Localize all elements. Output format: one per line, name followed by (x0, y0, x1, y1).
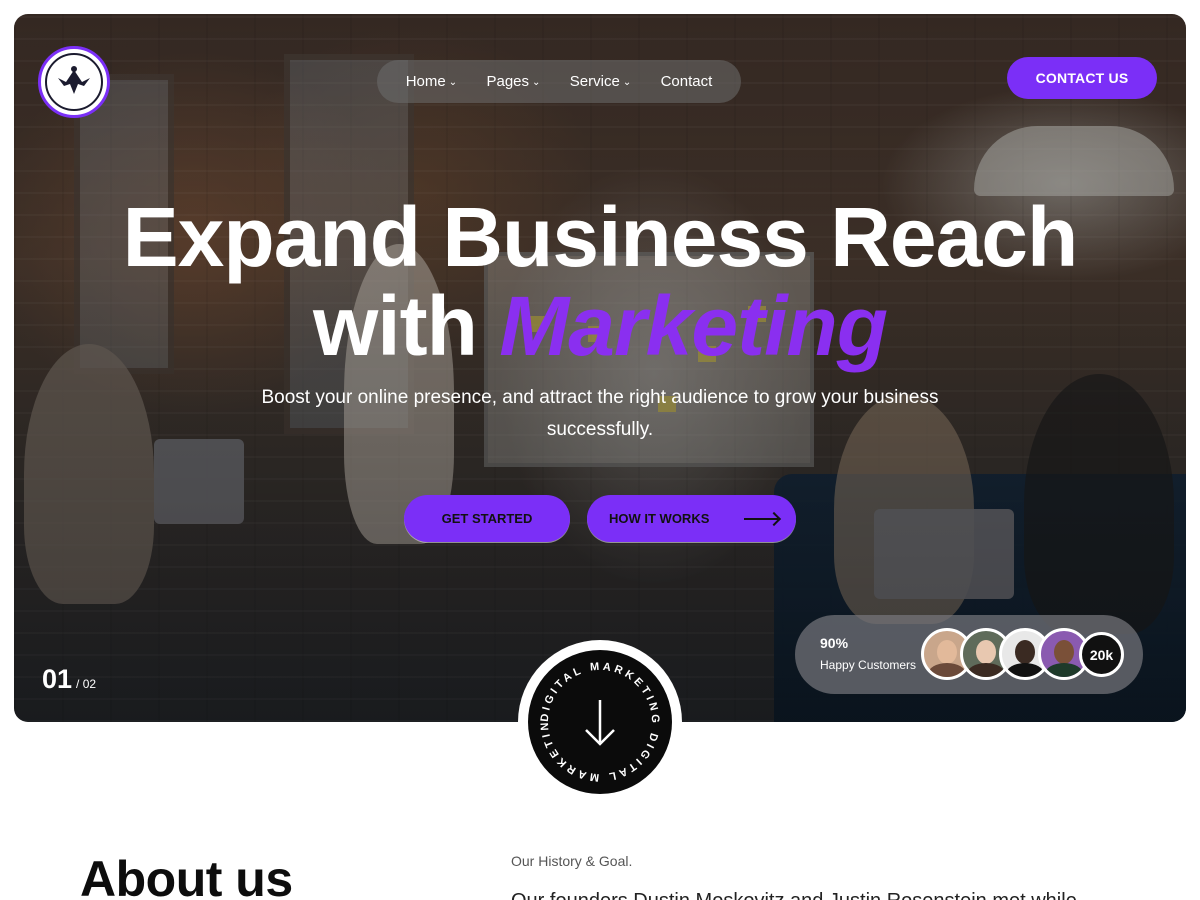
site-logo[interactable] (38, 46, 110, 118)
hero-subtitle: Boost your online presence, and attract … (261, 387, 939, 440)
arrow-right-icon (744, 517, 778, 520)
about-title: About us (80, 851, 293, 900)
chevron-down-icon: ⌄ (532, 77, 541, 88)
main-nav: Home ⌄ Pages ⌄ Service ⌄ Contact (377, 60, 741, 103)
happy-customers-card: 90% Happy Customers 20k (795, 615, 1143, 694)
get-started-button[interactable]: GET STARTED (404, 495, 570, 542)
nav-item-pages[interactable]: Pages ⌄ (486, 73, 540, 90)
hero-title-line2: with Marketing (0, 282, 1200, 370)
nav-label: Service (569, 73, 620, 90)
customers-label: Happy Customers (820, 658, 917, 672)
winged-figure-logo-icon (45, 53, 103, 111)
slide-total: / 02 (76, 677, 97, 691)
arrow-down-icon (585, 700, 615, 746)
chevron-down-icon: ⌄ (622, 77, 632, 88)
about-eyebrow: Our History & Goal. (511, 853, 633, 869)
customers-percent: 90% (820, 635, 849, 651)
scroll-down-badge[interactable]: DIGITAL MARKETING DIGITAL MARKETING (528, 650, 672, 794)
nav-item-service[interactable]: Service ⌄ (570, 73, 631, 90)
svg-text:DIGITAL MARKETING DIGITAL MARK: DIGITAL MARKETING DIGITAL MARKETING (528, 650, 661, 783)
slide-current: 01 (42, 664, 73, 694)
chevron-down-icon: ⌄ (448, 77, 458, 88)
hero-title-accent: Marketing (499, 279, 888, 373)
nav-item-contact[interactable]: Contact (661, 73, 713, 90)
hero-title-plain: with (312, 279, 478, 373)
nav-label: Pages (486, 73, 530, 90)
contact-us-button[interactable]: CONTACT US (1007, 57, 1157, 99)
how-it-works-button[interactable]: HOW IT WORKS (587, 495, 796, 542)
hero-title-line1: Expand Business Reach (122, 190, 1079, 284)
how-it-works-label: HOW IT WORKS (609, 511, 710, 526)
about-text: Our founders Dustin Moskovitz and Justin… (511, 890, 1151, 900)
customers-count: 20k (1079, 632, 1124, 677)
badge-ring-text: DIGITAL MARKETING DIGITAL MARKETING (528, 650, 658, 783)
badge-graphic: DIGITAL MARKETING DIGITAL MARKETING (528, 650, 661, 783)
nav-item-home[interactable]: Home ⌄ (406, 73, 457, 90)
nav-label: Contact (660, 73, 713, 90)
slide-counter: 01 / 02 (42, 664, 96, 695)
nav-label: Home (405, 73, 446, 90)
